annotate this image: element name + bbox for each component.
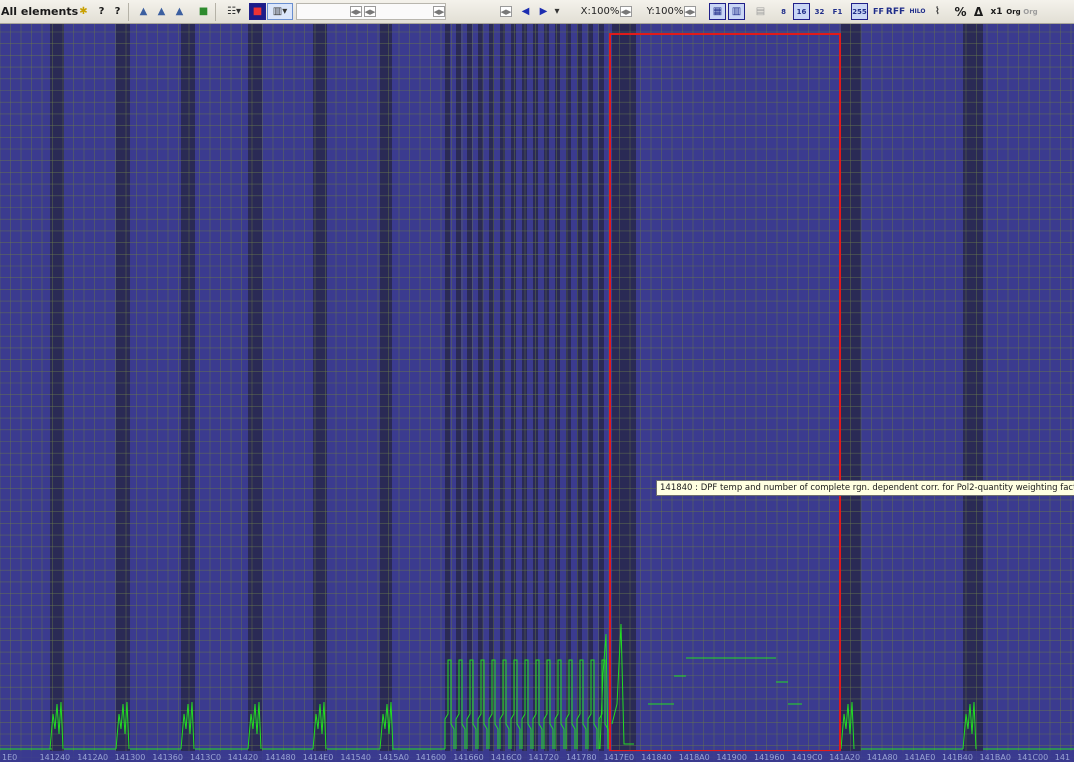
separator: [215, 3, 216, 21]
block-band: [841, 24, 861, 762]
map-graph-view[interactable]: 1E0 141240 1412A0 141300 141360 1413C0 141420 1…: [0, 24, 1074, 762]
block-band: [181, 24, 195, 762]
scroll-right-icon[interactable]: ▶: [535, 3, 552, 20]
unit-button[interactable]: RFF: [886, 3, 905, 20]
block-band: [599, 24, 604, 762]
view-mode-icon[interactable]: ▥: [728, 3, 745, 20]
y-zoom-label: Y:100%: [646, 6, 684, 17]
width-f1-button[interactable]: F1: [829, 3, 846, 20]
width-32-button[interactable]: 32: [811, 3, 828, 20]
x-axis-label: 1415A0: [378, 753, 409, 762]
x-axis-label: 141A20: [829, 753, 860, 762]
hilo-button[interactable]: HILO: [909, 3, 926, 20]
x-zoom-spin[interactable]: ◀▶: [620, 6, 632, 17]
x-axis-label: 141AE0: [904, 753, 935, 762]
x-axis-label: 141360: [152, 753, 183, 762]
x-axis-label: 141B40: [942, 753, 973, 762]
element-filter-label[interactable]: All elements: [1, 5, 78, 18]
block-band: [555, 24, 560, 762]
x-axis-labels: 1E0 141240 1412A0 141300 141360 1413C0 141420 1…: [0, 751, 1074, 762]
find-next-icon[interactable]: ▲: [153, 3, 170, 20]
original-button[interactable]: Org: [1005, 3, 1022, 20]
signal-icon[interactable]: ⌇: [929, 3, 946, 20]
x-axis-label: 1412A0: [77, 753, 108, 762]
block-band: [445, 24, 450, 762]
block-band: [467, 24, 472, 762]
spin-button[interactable]: ◀▶: [500, 6, 512, 17]
separator: [128, 3, 129, 21]
block-band: [456, 24, 461, 762]
layout-dropdown-icon[interactable]: ☷▾: [221, 3, 247, 20]
x-axis-label: 141840: [641, 753, 672, 762]
original-compare-button[interactable]: Org: [1022, 3, 1039, 20]
block-band: [50, 24, 64, 762]
x-axis-label: 141660: [453, 753, 484, 762]
block-band: [588, 24, 593, 762]
color-icon[interactable]: ■: [249, 3, 266, 20]
x-axis-label: 141540: [340, 753, 371, 762]
block-band: [612, 24, 636, 762]
spin-button[interactable]: ◀▶: [433, 6, 445, 17]
block-band: [248, 24, 262, 762]
block-band: [116, 24, 130, 762]
range-255-button[interactable]: 255: [851, 3, 868, 20]
x-axis-label: 1419C0: [792, 753, 823, 762]
scroll-left-icon[interactable]: ◀: [517, 3, 534, 20]
address-tooltip: 141840 : DPF temp and number of complete…: [656, 480, 1074, 496]
x-axis-label: 141420: [228, 753, 259, 762]
view-mode-icon[interactable]: ▦: [709, 3, 726, 20]
y-zoom-spin[interactable]: ◀▶: [684, 6, 696, 17]
x-axis-label: 1417E0: [604, 753, 635, 762]
x-axis-label: 1414E0: [303, 753, 334, 762]
find-prev-icon[interactable]: ▲: [171, 3, 188, 20]
x-axis-label: 141780: [566, 753, 597, 762]
hex-ff-button[interactable]: FF: [870, 3, 887, 20]
x-axis-label: 1413C0: [190, 753, 221, 762]
width-8-button[interactable]: 8: [775, 3, 792, 20]
x-axis-label: 141600: [416, 753, 447, 762]
toolbar: All elements ✱ ? ? ▲ ▲ ▲ ■ ☷▾ ■ ▥▾ ◀▶ ◀▶…: [0, 0, 1074, 24]
spin-button[interactable]: ◀▶: [364, 6, 376, 17]
spin-button[interactable]: ◀▶: [350, 6, 362, 17]
columns-dropdown-icon[interactable]: ▥▾: [267, 3, 293, 20]
grid-icon[interactable]: ▤: [752, 3, 769, 20]
x-axis-label: 141BA0: [980, 753, 1011, 762]
find-icon[interactable]: ▲: [135, 3, 152, 20]
x-axis-label: 1418A0: [679, 753, 710, 762]
x-axis-label: 141A80: [867, 753, 898, 762]
x-axis-label: 141480: [265, 753, 296, 762]
block-band: [522, 24, 527, 762]
x-axis-label: 141300: [115, 753, 146, 762]
x-axis-label: 141240: [40, 753, 71, 762]
block-band: [380, 24, 392, 762]
x-axis-label: 141960: [754, 753, 785, 762]
x-axis-label: 141900: [716, 753, 747, 762]
x-axis-label: 141C00: [1017, 753, 1048, 762]
x-axis-label: 1416C0: [491, 753, 522, 762]
width-16-button[interactable]: 16: [793, 3, 810, 20]
x-axis-label: 141720: [528, 753, 559, 762]
factor-button[interactable]: x1: [988, 3, 1005, 20]
delta-button[interactable]: Δ: [970, 3, 987, 20]
x-axis-label: 141: [1055, 753, 1070, 762]
compare-icon[interactable]: ■: [195, 3, 212, 20]
block-band: [511, 24, 516, 762]
block-band: [478, 24, 483, 762]
x-zoom-label: X:100%: [580, 6, 620, 17]
scroll-dropdown-icon[interactable]: ▾: [552, 3, 562, 20]
block-band: [544, 24, 549, 762]
help-icon[interactable]: ?: [93, 3, 110, 20]
x-axis-label: 1E0: [2, 753, 17, 762]
context-help-icon[interactable]: ?: [109, 3, 126, 20]
wizard-icon[interactable]: ✱: [75, 3, 92, 20]
percent-button[interactable]: %: [952, 3, 969, 20]
